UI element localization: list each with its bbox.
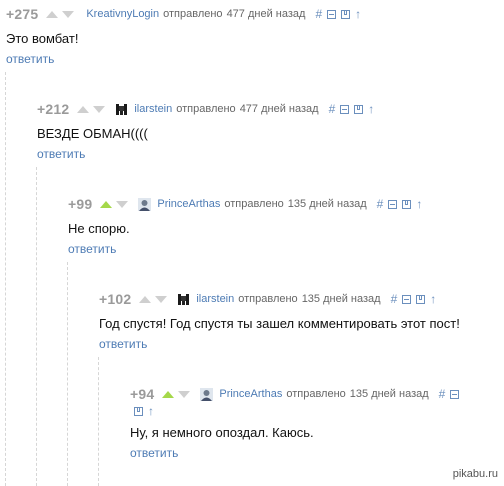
comment-author[interactable]: ilarstein — [134, 103, 172, 115]
comment: +275 KreativnyLogin отправлено 477 дней … — [6, 4, 361, 68]
parent-arrow-icon[interactable]: ↑ — [368, 103, 374, 115]
reply-link[interactable]: ответить — [37, 147, 85, 161]
comment-author[interactable]: PrinceArthas — [219, 388, 282, 400]
thread-line-1 — [5, 72, 6, 486]
comment-time: 135 дней назад — [301, 293, 381, 305]
upvote-icon[interactable] — [77, 105, 90, 113]
comment-tools: # ↑ — [377, 198, 423, 210]
parent-arrow-icon[interactable]: ↑ — [148, 405, 154, 417]
avatar[interactable] — [200, 387, 214, 401]
reply-link[interactable]: ответить — [68, 242, 116, 256]
comment: +99 PrinceArthas отправлено 135 дней наз… — [68, 194, 422, 258]
comment-header: +212 ilarstein отправлено 477 дней назад… — [37, 99, 374, 119]
comment-author[interactable]: PrinceArthas — [157, 198, 220, 210]
link-icon[interactable]: # — [391, 293, 398, 305]
parent-arrow-icon[interactable]: ↑ — [430, 293, 436, 305]
save-icon[interactable] — [402, 199, 412, 209]
comment-header: +99 PrinceArthas отправлено 135 дней наз… — [68, 194, 422, 214]
downvote-icon[interactable] — [116, 200, 129, 208]
upvote-icon[interactable] — [162, 390, 175, 398]
comment-tools: # — [439, 388, 460, 400]
comment-sent-label: отправлено — [176, 103, 236, 115]
comment-tools: # ↑ — [329, 103, 375, 115]
reply-link[interactable]: ответить — [6, 52, 54, 66]
reply-link[interactable]: ответить — [99, 337, 147, 351]
comment-text: Год спустя! Год спустя ты зашел комменти… — [99, 316, 460, 331]
downvote-icon[interactable] — [155, 295, 168, 303]
downvote-icon[interactable] — [178, 390, 191, 398]
comment-header: +94 PrinceArthas отправлено 135 дней наз… — [130, 384, 460, 404]
downvote-icon[interactable] — [62, 10, 75, 18]
save-icon[interactable] — [354, 104, 364, 114]
collapse-icon[interactable] — [450, 389, 460, 399]
comment-time: 477 дней назад — [226, 8, 306, 20]
comment-time: 135 дней назад — [349, 388, 429, 400]
comment-text: ВЕЗДЕ ОБМАН(((( — [37, 126, 148, 141]
comment-sent-label: отправлено — [224, 198, 284, 210]
parent-arrow-icon[interactable]: ↑ — [416, 198, 422, 210]
thread-line-2 — [36, 167, 37, 486]
save-icon[interactable] — [341, 9, 351, 19]
comment-header: +275 KreativnyLogin отправлено 477 дней … — [6, 4, 361, 24]
thread-line-3 — [67, 262, 68, 486]
comment-rating: +102 — [99, 291, 132, 307]
comment-text: Ну, я немного опоздал. Каюсь. — [130, 425, 314, 440]
upvote-icon[interactable] — [100, 200, 113, 208]
comment-header: +102 ilarstein отправлено 135 дней назад… — [99, 289, 460, 309]
collapse-icon[interactable] — [327, 9, 337, 19]
comment-rating: +94 — [130, 386, 155, 402]
comment-author[interactable]: KreativnyLogin — [86, 8, 159, 20]
link-icon[interactable]: # — [329, 103, 336, 115]
comment-tools: # ↑ — [315, 8, 361, 20]
watermark: pikabu.ru — [452, 468, 498, 480]
comment-sent-label: отправлено — [238, 293, 298, 305]
comment-tools-wrapped: ↑ — [134, 404, 459, 418]
avatar[interactable] — [115, 102, 129, 116]
comment-rating: +212 — [37, 101, 70, 117]
link-icon[interactable]: # — [439, 388, 446, 400]
collapse-icon[interactable] — [340, 104, 350, 114]
comment-sent-label: отправлено — [163, 8, 223, 20]
comment-text: Это вомбат! — [6, 31, 79, 46]
thread-line-4 — [98, 357, 99, 486]
comment-rating: +99 — [68, 196, 93, 212]
comment-sent-label: отправлено — [286, 388, 346, 400]
comment-rating: +275 — [6, 6, 39, 22]
avatar[interactable] — [177, 292, 191, 306]
comment-text: Не спорю. — [68, 221, 130, 236]
link-icon[interactable]: # — [377, 198, 384, 210]
upvote-icon[interactable] — [139, 295, 152, 303]
collapse-icon[interactable] — [388, 199, 398, 209]
comment: +102 ilarstein отправлено 135 дней назад… — [99, 289, 460, 353]
link-icon[interactable]: # — [315, 8, 322, 20]
parent-arrow-icon[interactable]: ↑ — [355, 8, 361, 20]
comment-author[interactable]: ilarstein — [196, 293, 234, 305]
upvote-icon[interactable] — [46, 10, 59, 18]
downvote-icon[interactable] — [93, 105, 106, 113]
reply-link[interactable]: ответить — [130, 446, 178, 460]
comment-tools: # ↑ — [391, 293, 437, 305]
collapse-icon[interactable] — [402, 294, 412, 304]
avatar[interactable] — [138, 197, 152, 211]
comment: +94 PrinceArthas отправлено 135 дней наз… — [130, 384, 460, 462]
save-icon[interactable] — [134, 406, 143, 416]
comment: +212 ilarstein отправлено 477 дней назад… — [37, 99, 374, 163]
comment-time: 135 дней назад — [287, 198, 367, 210]
comment-time: 477 дней назад — [239, 103, 319, 115]
save-icon[interactable] — [416, 294, 426, 304]
